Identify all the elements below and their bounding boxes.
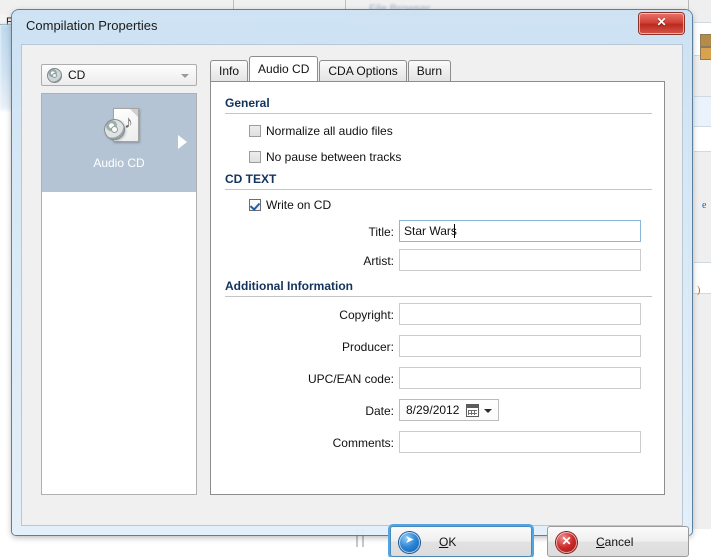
copyright-input[interactable] (399, 303, 641, 325)
section-general: General (225, 96, 652, 114)
section-rule (225, 296, 652, 297)
blue-arrow-icon (399, 532, 420, 553)
background-icon (700, 34, 711, 47)
section-rule (225, 113, 652, 114)
background-right-strip (694, 96, 711, 128)
section-title-cd-text: CD TEXT (225, 172, 652, 189)
list-item-label: Audio CD (42, 156, 196, 170)
background-right-strip (694, 126, 711, 152)
section-additional-information: Additional Information (225, 279, 652, 297)
compilation-properties-dialog: Compilation Properties CD ♪ Audio CD (12, 10, 692, 535)
checkbox-label: Normalize all audio files (266, 124, 393, 138)
dialog-titlebar[interactable]: Compilation Properties (12, 10, 692, 44)
cancel-button[interactable]: Cancel (547, 526, 689, 557)
artist-input[interactable] (399, 249, 641, 271)
checkbox-no-pause-between-tracks[interactable]: No pause between tracks (249, 150, 401, 164)
tab-cda-options[interactable]: CDA Options (319, 60, 406, 81)
calendar-icon[interactable] (466, 404, 479, 417)
music-note-icon: ♪ (124, 113, 133, 131)
checkbox-label: No pause between tracks (266, 150, 401, 164)
label-comments: Comments: (234, 436, 394, 450)
label-producer: Producer: (234, 340, 394, 354)
red-x-icon (556, 532, 577, 553)
tab-burn[interactable]: Burn (408, 60, 451, 81)
section-title-additional-information: Additional Information (225, 279, 652, 296)
list-item-audio-cd[interactable]: ♪ Audio CD (42, 94, 196, 192)
background-glyph-paren: ) (697, 285, 700, 296)
section-title-general: General (225, 96, 652, 113)
chevron-down-icon[interactable] (484, 409, 492, 413)
label-title: Title: (234, 225, 394, 239)
cd-disc-icon (47, 68, 62, 83)
checkbox-box[interactable] (249, 151, 261, 163)
upc-ean-input[interactable] (399, 367, 641, 389)
label-date: Date: (234, 404, 394, 418)
label-artist: Artist: (234, 254, 394, 268)
label-upc-ean-code: UPC/EAN code: (234, 372, 394, 386)
tab-page-audio-cd: General Normalize all audio files No pau… (210, 81, 665, 495)
ok-button[interactable]: OK (390, 526, 532, 557)
checkbox-box[interactable] (249, 125, 261, 137)
media-type-value: CD (68, 68, 85, 82)
compilation-type-list[interactable]: ♪ Audio CD (41, 93, 197, 495)
close-icon[interactable] (639, 13, 684, 34)
dialog-client-area: CD ♪ Audio CD Info Audio CD CDA Options (21, 44, 683, 526)
tab-audio-cd[interactable]: Audio CD (249, 56, 318, 81)
disc-icon (104, 119, 125, 140)
label-copyright: Copyright: (234, 308, 394, 322)
background-icon (700, 47, 711, 60)
checkbox-normalize-all-audio-files[interactable]: Normalize all audio files (249, 124, 393, 138)
text-caret (454, 224, 455, 238)
producer-input[interactable] (399, 335, 641, 357)
media-type-dropdown[interactable]: CD (41, 64, 197, 86)
tabstrip: Info Audio CD CDA Options Burn (210, 60, 452, 82)
dialog-title: Compilation Properties (26, 18, 158, 33)
date-value: 8/29/2012 (406, 403, 459, 417)
title-input[interactable] (399, 220, 641, 242)
checkbox-label: Write on CD (266, 198, 331, 212)
tab-info[interactable]: Info (210, 60, 248, 81)
checkbox-box[interactable] (249, 199, 261, 211)
checkbox-write-on-cd[interactable]: Write on CD (249, 198, 331, 212)
chevron-down-icon (181, 74, 189, 78)
section-cd-text: CD TEXT (225, 172, 652, 190)
date-picker[interactable]: 8/29/2012 (399, 399, 499, 421)
section-rule (225, 189, 652, 190)
audio-cd-document-icon: ♪ (104, 108, 138, 148)
chevron-right-icon[interactable] (178, 135, 187, 149)
comments-input[interactable] (399, 431, 641, 453)
background-glyph-e: e (702, 200, 706, 211)
